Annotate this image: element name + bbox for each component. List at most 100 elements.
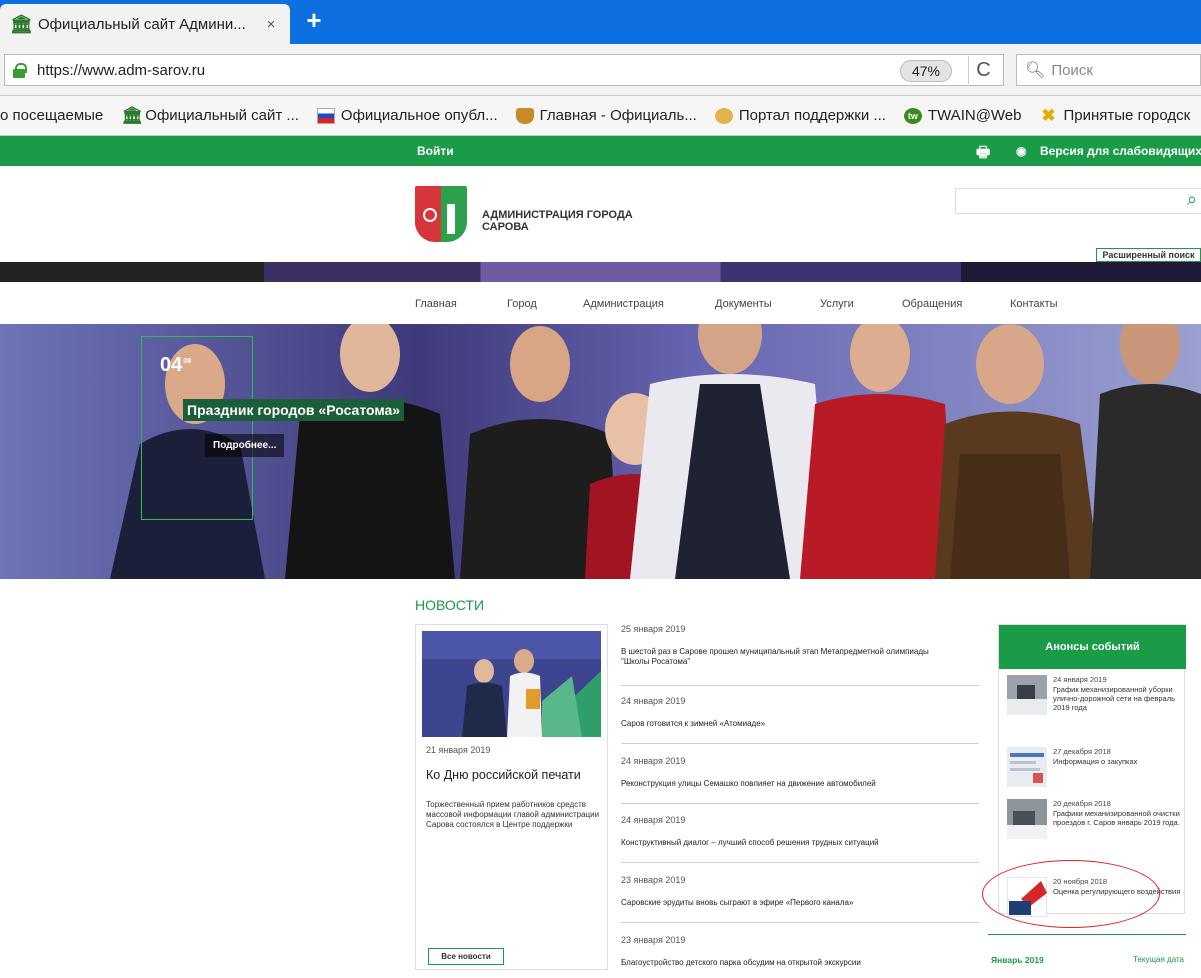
news-item[interactable]: 23 января 2019 Саровские эрудиты вновь с… xyxy=(621,875,979,923)
announcement-title[interactable]: Информация о закупках xyxy=(1053,757,1183,766)
announcement-date: 24 января 2019 xyxy=(1053,675,1107,684)
nav-item-appeals[interactable]: Обращения xyxy=(902,298,962,310)
news-date: 24 января 2019 xyxy=(621,756,686,766)
browser-tab-bar: 🏛 Официальный сайт Админи... × + xyxy=(0,0,1201,44)
hero-slider[interactable]: 0408 Праздник городов «Росатома» Подробн… xyxy=(0,324,1201,579)
site-header: АДМИНИСТРАЦИЯ ГОРОДА САРОВА ⌕ Расширенны… xyxy=(0,166,1201,262)
search-placeholder: Поиск xyxy=(1051,61,1093,79)
main-nav: Главная Город Администрация Документы Ус… xyxy=(0,282,1201,324)
announcement-item[interactable]: 24 января 2019 График механизированной у… xyxy=(1007,675,1182,735)
tab-title: Официальный сайт Админи... xyxy=(38,15,246,33)
bookmark-official-publication[interactable]: Официальное опубл... xyxy=(316,107,498,124)
browser-search-input[interactable]: 🔍︎ Поиск xyxy=(1016,54,1201,86)
announcement-thumb xyxy=(1007,799,1047,839)
museum-icon: 🏛 xyxy=(121,105,143,125)
bookmark-label: Официальное опубл... xyxy=(340,107,498,124)
bookmark-label: Портал поддержки ... xyxy=(738,107,886,124)
bookmark-label: о посещаемые xyxy=(0,107,104,124)
new-tab-button[interactable]: + xyxy=(298,6,330,36)
lead-news-title[interactable]: Ко Дню российской печати xyxy=(426,768,581,782)
news-date: 24 января 2019 xyxy=(621,815,686,825)
browser-tab[interactable]: 🏛 Официальный сайт Админи... × xyxy=(0,4,290,44)
nav-item-contacts[interactable]: Контакты xyxy=(1010,298,1058,310)
announcement-item[interactable]: 27 декабря 2018 Информация о закупках xyxy=(1007,747,1182,797)
news-title[interactable]: В шестой раз в Сарове прошел муниципальн… xyxy=(621,647,951,667)
bookmark-accepted[interactable]: ✖ Принятые городск xyxy=(1040,105,1190,125)
nav-item-city[interactable]: Город xyxy=(507,298,537,310)
city-crest-logo[interactable] xyxy=(415,186,467,242)
bookmark-label: TWAIN@Web xyxy=(927,107,1022,124)
news-title[interactable]: Саровские эрудиты вновь сыграют в эфире … xyxy=(621,898,951,908)
zoom-indicator[interactable]: 47% xyxy=(900,60,952,82)
news-date: 24 января 2019 xyxy=(621,696,686,706)
news-title[interactable]: Реконструкция улицы Семашко повлияет на … xyxy=(621,779,951,789)
slide-title[interactable]: Праздник городов «Росатома» xyxy=(183,399,405,421)
portal-icon xyxy=(714,107,733,124)
nav-item-home[interactable]: Главная xyxy=(415,298,457,310)
shield-icon xyxy=(515,107,534,124)
bookmarks-bar: о посещаемые 🏛 Официальный сайт ... Офиц… xyxy=(0,96,1201,136)
top-strip: Войти 🖶︎ ◉ Версия для слабовидящих xyxy=(0,136,1201,166)
bookmark-official-site[interactable]: 🏛 Официальный сайт ... xyxy=(121,105,299,125)
lock-icon xyxy=(11,62,27,78)
calendar-today-link[interactable]: Текущая дата xyxy=(1133,955,1184,964)
announcement-thumb xyxy=(1007,747,1047,787)
news-section-title[interactable]: НОВОСТИ xyxy=(415,597,484,613)
address-bar[interactable]: https://www.adm-sarov.ru xyxy=(4,54,1004,86)
bookmark-twain[interactable]: tw TWAIN@Web xyxy=(903,107,1022,124)
news-item[interactable]: 24 января 2019 Саров готовится к зимней … xyxy=(621,696,979,744)
all-news-button[interactable]: Все новости xyxy=(428,948,504,965)
news-item[interactable]: 24 января 2019 Конструктивный диалог – л… xyxy=(621,815,979,863)
flag-icon xyxy=(316,107,335,124)
x-icon: ✖ xyxy=(1041,105,1056,125)
announcement-date: 27 декабря 2018 xyxy=(1053,747,1111,756)
print-icon[interactable]: 🖶︎ xyxy=(976,142,990,167)
advanced-search-button[interactable]: Расширенный поиск xyxy=(1096,248,1201,262)
banner-strip xyxy=(0,262,1201,282)
nav-item-documents[interactable]: Документы xyxy=(715,298,772,310)
tab-close-icon[interactable]: × xyxy=(262,16,280,33)
tw-icon: tw xyxy=(903,107,922,124)
navigation-toolbar: https://www.adm-sarov.ru 47% C 🔍︎ Поиск xyxy=(0,44,1201,96)
search-icon[interactable]: ⌕ xyxy=(1187,189,1197,210)
news-date: 23 января 2019 xyxy=(621,935,686,945)
lead-news-date: 21 января 2019 xyxy=(426,745,491,755)
events-calendar: Январь 2019 Текущая дата xyxy=(988,934,1186,978)
announcement-thumb xyxy=(1007,675,1047,715)
lead-news[interactable]: 21 января 2019 Ко Дню российской печати … xyxy=(415,624,608,970)
site-search-input[interactable]: ⌕ xyxy=(955,188,1201,214)
announcements-title[interactable]: Анонсы событий xyxy=(999,625,1186,669)
search-icon: 🔍︎ xyxy=(1025,62,1046,79)
bookmark-label: Главная - Официаль... xyxy=(539,107,697,124)
announcement-title[interactable]: Графики механизированной очистки проездо… xyxy=(1053,809,1183,827)
nav-item-services[interactable]: Услуги xyxy=(820,298,854,310)
reload-icon[interactable]: C xyxy=(968,56,998,84)
news-item[interactable]: 24 января 2019 Реконструкция улицы Семаш… xyxy=(621,756,979,804)
news-title[interactable]: Конструктивный диалог – лучший способ ре… xyxy=(621,838,951,848)
news-item[interactable]: 23 января 2019 Благоустройство детского … xyxy=(621,935,979,975)
url-text: https://www.adm-sarov.ru xyxy=(37,61,206,79)
eye-icon[interactable]: ◉ xyxy=(1016,144,1026,158)
highlight-circle xyxy=(982,860,1160,928)
announcement-title[interactable]: График механизированной уборки улично-до… xyxy=(1053,685,1183,712)
login-link[interactable]: Войти xyxy=(417,144,454,158)
news-title[interactable]: Саров готовится к зимней «Атомиаде» xyxy=(621,719,951,729)
bookmark-support-portal[interactable]: Портал поддержки ... xyxy=(714,107,886,124)
museum-icon: 🏛 xyxy=(10,14,33,34)
nav-item-administration[interactable]: Администрация xyxy=(583,298,664,310)
site-name[interactable]: АДМИНИСТРАЦИЯ ГОРОДА САРОВА xyxy=(482,209,662,233)
bookmark-label: Официальный сайт ... xyxy=(145,107,299,124)
calendar-month[interactable]: Январь 2019 xyxy=(991,955,1044,965)
slide-frame xyxy=(141,336,253,520)
bookmark-main[interactable]: Главная - Официаль... xyxy=(515,107,697,124)
news-item[interactable]: 25 января 2019 В шестой раз в Сарове про… xyxy=(621,624,979,686)
news-date: 25 января 2019 xyxy=(621,624,686,634)
slide-more-button[interactable]: Подробнее... xyxy=(205,434,285,457)
lead-news-text: Торжественный прием работников средств м… xyxy=(426,800,600,829)
low-vision-link[interactable]: Версия для слабовидящих xyxy=(1040,144,1201,158)
slide-date: 0408 xyxy=(160,354,192,376)
announcement-item[interactable]: 20 декабря 2018 Графики механизированной… xyxy=(1007,799,1182,855)
bookmark-most-visited[interactable]: о посещаемые xyxy=(0,107,103,124)
lead-news-image[interactable] xyxy=(422,631,601,737)
news-title[interactable]: Благоустройство детского парка обсудим н… xyxy=(621,958,951,968)
